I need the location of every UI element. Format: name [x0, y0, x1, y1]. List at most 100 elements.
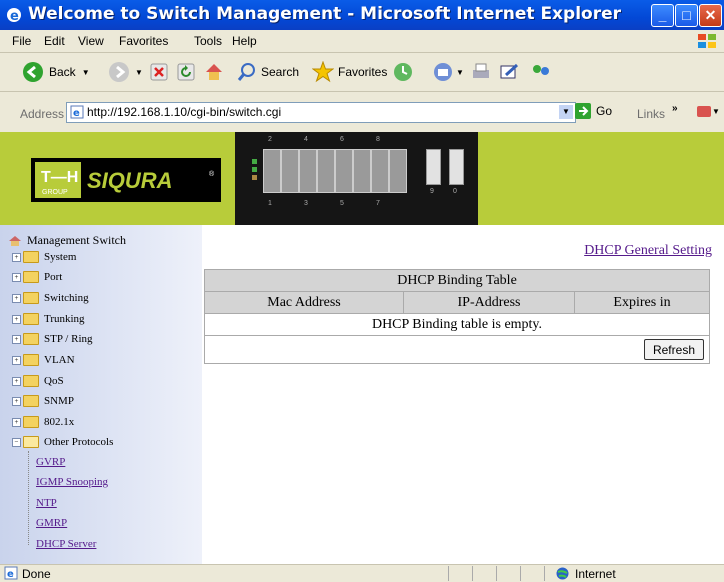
svg-text:e: e [7, 569, 14, 580]
page-content: T—H GROUP SIQURA ® 2 4 6 8 1 3 5 7 9 0 M… [0, 132, 724, 564]
expand-icon[interactable]: + [12, 376, 21, 386]
edit-icon [500, 63, 519, 79]
expand-icon[interactable]: + [12, 355, 21, 365]
menu-help[interactable]: Help [232, 34, 257, 48]
close-button[interactable]: ✕ [699, 4, 722, 27]
folder-icon [23, 416, 39, 428]
forward-button[interactable]: ▼ [108, 61, 143, 83]
sidebar-item-qos[interactable]: + QoS [12, 373, 64, 389]
sidebar-item-label: Trunking [44, 313, 85, 325]
window-title: Welcome to Switch Management - Microsoft… [28, 4, 621, 24]
sidebar-link-igmp-snooping[interactable]: IGMP Snooping [36, 476, 108, 488]
expand-icon[interactable]: + [12, 252, 21, 262]
links-label[interactable]: Links [637, 107, 665, 121]
refresh-page-button[interactable] [177, 61, 195, 83]
go-arrow-icon [575, 103, 591, 119]
sidebar-item-label: SNMP [44, 395, 74, 407]
toolbar-extension-icon [697, 106, 711, 117]
address-input[interactable]: e http://192.168.1.10/cgi-bin/switch.cgi… [66, 102, 576, 123]
print-button[interactable] [470, 61, 492, 83]
back-dropdown-icon[interactable]: ▼ [82, 68, 90, 77]
forward-dropdown-icon[interactable]: ▼ [135, 68, 143, 77]
sidebar-item-switching[interactable]: + Switching [12, 290, 89, 306]
mail-dropdown-icon[interactable]: ▼ [456, 68, 464, 77]
toolbar: Back ▼ ▼ Search Favorites ▼ [0, 53, 724, 92]
menu-file[interactable]: File [12, 34, 31, 48]
port-number: 9 [430, 188, 434, 195]
toolbar-extension-button[interactable]: ▼ [696, 103, 720, 119]
history-icon [394, 63, 412, 81]
edit-button[interactable] [498, 61, 520, 83]
sidebar-link-gmrp[interactable]: GMRP [36, 517, 67, 529]
menu-tools[interactable]: Tools [194, 34, 222, 48]
stop-button[interactable] [150, 61, 168, 83]
sidebar-item-vlan[interactable]: + VLAN [12, 352, 75, 368]
expand-icon[interactable]: + [12, 396, 21, 406]
expand-icon[interactable]: + [12, 272, 21, 282]
menu-favorites[interactable]: Favorites [119, 34, 168, 48]
links-chevron-icon[interactable]: » [672, 103, 678, 114]
search-button[interactable]: Search [237, 61, 299, 83]
port-number: 0 [453, 188, 457, 195]
column-header: Expires in [574, 291, 710, 314]
sidebar-link-dhcp-server[interactable]: DHCP Server [36, 538, 96, 550]
messenger-button[interactable] [530, 61, 552, 83]
history-button[interactable] [392, 61, 414, 83]
window-titlebar: e Welcome to Switch Management - Microso… [0, 0, 724, 30]
expand-icon[interactable]: + [12, 293, 21, 303]
page-icon: e [70, 105, 84, 119]
port-number: 7 [376, 200, 380, 207]
address-dropdown-icon[interactable]: ▼ [559, 105, 573, 119]
go-button[interactable]: Go [574, 102, 612, 120]
home-button[interactable] [204, 61, 224, 83]
back-button[interactable]: Back ▼ [22, 61, 90, 83]
sidebar-link-ntp[interactable]: NTP [36, 497, 57, 509]
collapse-icon[interactable]: − [12, 437, 21, 447]
ie-icon: e [7, 8, 21, 23]
sidebar-item-stp-ring[interactable]: + STP / Ring [12, 331, 93, 347]
expand-icon[interactable]: + [12, 314, 21, 324]
dhcp-general-setting-link[interactable]: DHCP General Setting [584, 243, 712, 259]
refresh-button[interactable]: Refresh [643, 339, 704, 360]
port-number: 8 [376, 136, 380, 143]
favorites-button[interactable]: Favorites [312, 61, 387, 83]
switch-image: 2 4 6 8 1 3 5 7 9 0 [235, 132, 478, 225]
sidebar-link-gvrp[interactable]: GVRP [36, 456, 65, 468]
sidebar-item-802-1x[interactable]: +802.1x [12, 414, 74, 430]
sidebar-item-system[interactable]: + System [12, 249, 76, 265]
svg-text:SIQURA: SIQURA [87, 168, 173, 193]
menu-edit[interactable]: Edit [44, 34, 65, 48]
mail-icon [434, 63, 452, 81]
page-done-icon: e [4, 566, 18, 580]
expand-icon[interactable]: + [12, 334, 21, 344]
maximize-button[interactable]: □ [675, 4, 698, 27]
tree-connector [28, 451, 30, 545]
sidebar-item-snmp[interactable]: + SNMP [12, 393, 74, 409]
forward-arrow-icon [109, 62, 129, 82]
favorites-star-icon [312, 61, 334, 83]
sidebar-item-trunking[interactable]: + Trunking [12, 311, 85, 327]
folder-icon [23, 375, 39, 387]
minimize-button[interactable]: _ [651, 4, 674, 27]
tree-root[interactable]: Management Switch [8, 233, 126, 248]
expand-icon[interactable]: + [12, 417, 21, 427]
status-bar: e Done Internet [0, 564, 724, 582]
sidebar-item-label: Switching [44, 292, 89, 304]
mail-button[interactable]: ▼ [432, 61, 464, 83]
favorites-label: Favorites [338, 65, 388, 79]
folder-icon [23, 354, 39, 366]
header-banner: T—H GROUP SIQURA ® 2 4 6 8 1 3 5 7 9 0 [0, 132, 724, 225]
folder-icon [23, 395, 39, 407]
extension-dropdown-icon: ▼ [712, 106, 720, 116]
menu-view[interactable]: View [78, 34, 104, 48]
sidebar-item-other-protocols[interactable]: − Other Protocols [12, 434, 113, 450]
sidebar-item-port[interactable]: + Port [12, 269, 62, 285]
windows-logo-icon [698, 34, 716, 48]
folder-icon [23, 271, 39, 283]
back-label: Back [49, 65, 76, 79]
sidebar-item-label: Other Protocols [44, 436, 114, 448]
svg-text:GROUP: GROUP [42, 189, 68, 196]
port-number: 3 [304, 200, 308, 207]
main-panel: DHCP General Setting DHCP Binding Table … [204, 225, 724, 564]
internet-globe-icon [556, 567, 569, 580]
